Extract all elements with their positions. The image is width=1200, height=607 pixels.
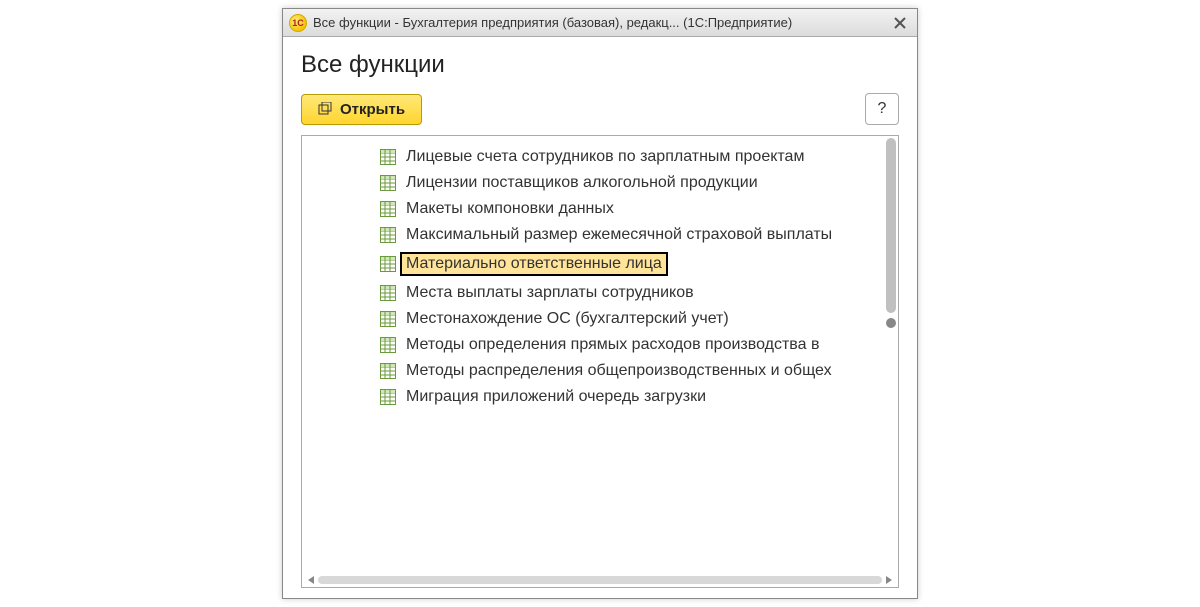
tree-item[interactable]: Макеты компоновки данных bbox=[302, 196, 880, 222]
app-icon: 1С bbox=[289, 14, 307, 32]
window-title: Все функции - Бухгалтерия предприятия (б… bbox=[313, 15, 883, 30]
scroll-right-arrow-icon[interactable] bbox=[886, 576, 892, 584]
tree-item-label: Места выплаты зарплаты сотрудников bbox=[406, 284, 694, 302]
open-button-label: Открыть bbox=[340, 101, 405, 118]
table-icon bbox=[380, 149, 396, 165]
content-area: Все функции Открыть ? Лицевые счета сотр… bbox=[283, 37, 917, 598]
tree-item-label: Методы распределения общепроизводственны… bbox=[406, 362, 832, 380]
table-icon bbox=[380, 389, 396, 405]
tree-item-label: Максимальный размер ежемесячной страхово… bbox=[406, 226, 832, 244]
titlebar[interactable]: 1С Все функции - Бухгалтерия предприятия… bbox=[283, 9, 917, 37]
app-window: 1С Все функции - Бухгалтерия предприятия… bbox=[282, 8, 918, 599]
table-icon bbox=[380, 201, 396, 217]
open-button[interactable]: Открыть bbox=[301, 94, 422, 125]
table-icon bbox=[380, 285, 396, 301]
tree-item[interactable]: Материально ответственные лица bbox=[302, 248, 880, 280]
tree-item-label: Лицензии поставщиков алкогольной продукц… bbox=[406, 174, 758, 192]
tree-item-label: Лицевые счета сотрудников по зарплатным … bbox=[406, 148, 804, 166]
help-button[interactable]: ? bbox=[865, 93, 899, 125]
tree-item-label: Макеты компоновки данных bbox=[406, 200, 614, 218]
table-icon bbox=[380, 363, 396, 379]
table-icon bbox=[380, 256, 396, 272]
vertical-scrollbar[interactable] bbox=[884, 138, 896, 571]
tree-item[interactable]: Места выплаты зарплаты сотрудников bbox=[302, 280, 880, 306]
tree-item[interactable]: Местонахождение ОС (бухгалтерский учет) bbox=[302, 306, 880, 332]
tree-container: Лицевые счета сотрудников по зарплатным … bbox=[301, 135, 899, 588]
tree-item-label: Материально ответственные лица bbox=[400, 252, 668, 276]
table-icon bbox=[380, 337, 396, 353]
tree-item[interactable]: Лицензии поставщиков алкогольной продукц… bbox=[302, 170, 880, 196]
table-icon bbox=[380, 227, 396, 243]
tree-item[interactable]: Методы распределения общепроизводственны… bbox=[302, 358, 880, 384]
page-title: Все функции bbox=[301, 51, 899, 79]
scroll-indicator[interactable] bbox=[886, 318, 896, 328]
open-icon bbox=[318, 102, 332, 116]
tree-item-label: Миграция приложений очередь загрузки bbox=[406, 388, 706, 406]
scroll-left-arrow-icon[interactable] bbox=[308, 576, 314, 584]
close-icon bbox=[894, 17, 906, 29]
tree-item[interactable]: Методы определения прямых расходов произ… bbox=[302, 332, 880, 358]
tree-item-label: Местонахождение ОС (бухгалтерский учет) bbox=[406, 310, 729, 328]
toolbar: Открыть ? bbox=[301, 93, 899, 125]
close-button[interactable] bbox=[889, 13, 911, 33]
tree-item-label: Методы определения прямых расходов произ… bbox=[406, 336, 819, 354]
scroll-thumb-vertical[interactable] bbox=[886, 138, 896, 313]
table-icon bbox=[380, 175, 396, 191]
tree-item[interactable]: Миграция приложений очередь загрузки bbox=[302, 384, 880, 410]
tree-body[interactable]: Лицевые счета сотрудников по зарплатным … bbox=[302, 136, 898, 573]
tree-list: Лицевые счета сотрудников по зарплатным … bbox=[302, 136, 898, 418]
tree-item[interactable]: Лицевые счета сотрудников по зарплатным … bbox=[302, 144, 880, 170]
scroll-track-horizontal[interactable] bbox=[318, 576, 882, 584]
tree-item[interactable]: Максимальный размер ежемесячной страхово… bbox=[302, 222, 880, 248]
horizontal-scrollbar[interactable] bbox=[302, 573, 898, 587]
table-icon bbox=[380, 311, 396, 327]
